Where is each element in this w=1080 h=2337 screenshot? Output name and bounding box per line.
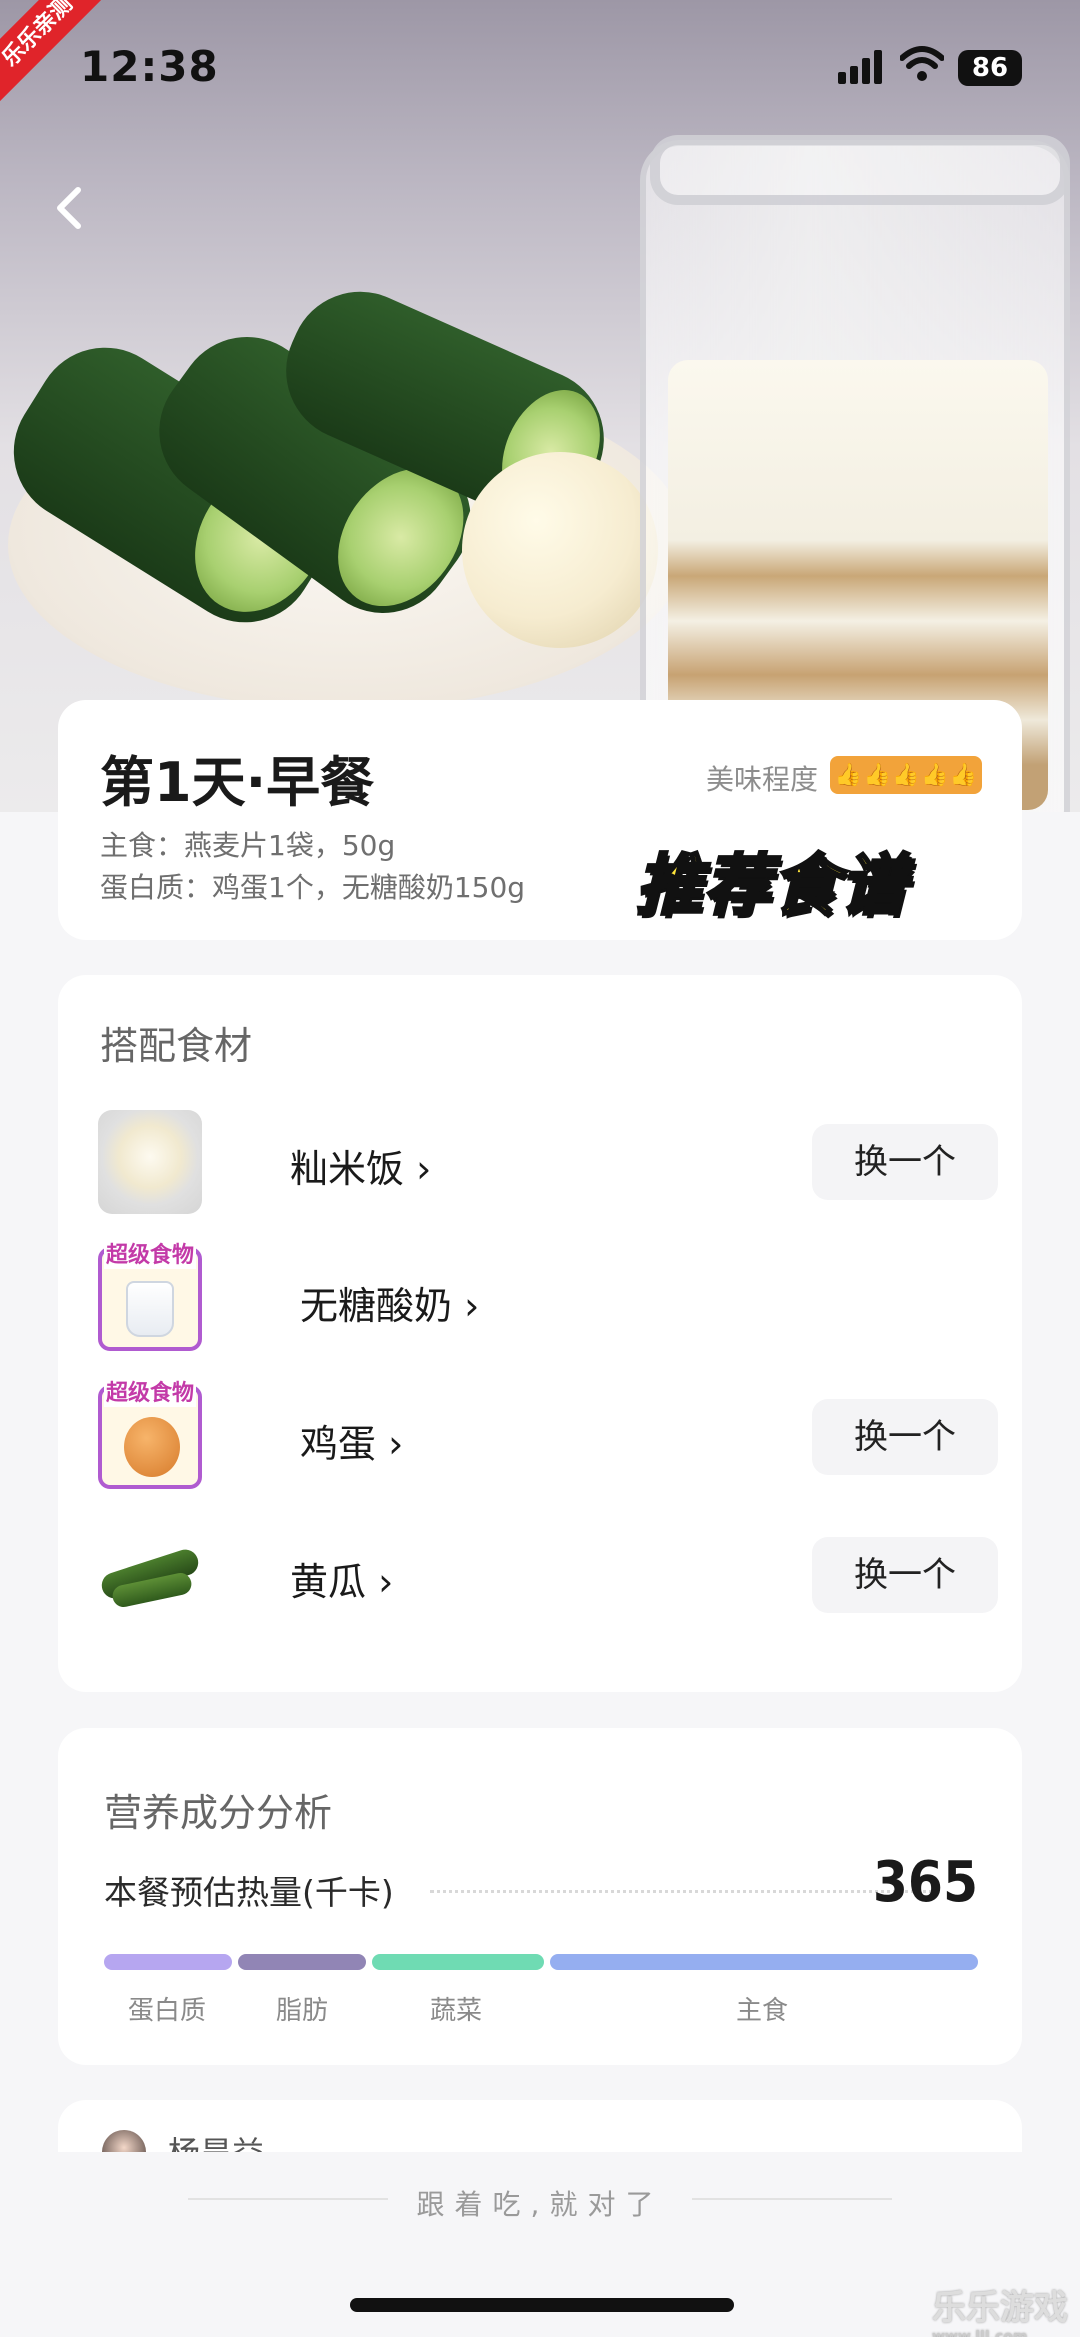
- ingredient-name[interactable]: 鸡蛋 ›: [300, 1413, 403, 1468]
- super-food-tag: 超级食物: [104, 1237, 197, 1269]
- vegetable-bar: [372, 1954, 544, 1970]
- protein-label: 蛋白质: [128, 1996, 207, 2026]
- ingredient-row[interactable]: 超级食物 鸡蛋 › 换一个: [98, 1375, 998, 1495]
- ingredient-name[interactable]: 籼米饭 ›: [290, 1138, 431, 1193]
- meal-title: 第1天·早餐: [100, 751, 375, 814]
- taste-rating: 👍 👍 👍 👍 👍: [830, 756, 982, 794]
- staple-info: 主食：燕麦片1袋，50g: [100, 829, 396, 862]
- status-time: 12:38: [80, 42, 219, 91]
- cucumber-image: [98, 1523, 202, 1627]
- jar-lip: [650, 135, 1070, 205]
- swap-button[interactable]: 换一个: [812, 1124, 998, 1200]
- calorie-label: 本餐预估热量(千卡): [104, 1873, 394, 1912]
- egg-shape: [124, 1417, 180, 1477]
- protein-info: 蛋白质：鸡蛋1个，无糖酸奶150g: [100, 871, 526, 904]
- dotted-leader: [430, 1890, 940, 1893]
- thumb-up-icon: 👍: [892, 762, 920, 788]
- thumb-up-icon: 👍: [949, 762, 978, 788]
- thumb-up-icon: 👍: [834, 762, 863, 788]
- recommended-recipe-caption: 推荐食谱: [635, 846, 908, 926]
- fat-label: 脂肪: [276, 1996, 329, 2026]
- ingredients-title: 搭配食材: [100, 1024, 253, 1068]
- ingredient-row[interactable]: 超级食物 无糖酸奶 ›: [98, 1237, 998, 1357]
- watermark-logo: 乐乐游戏 www.lll.com: [932, 2280, 1068, 2337]
- meal-summary-card: 第1天·早餐 美味程度 👍 👍 👍 👍 👍 主食：燕麦片1袋，50g 蛋白质：鸡…: [58, 700, 1022, 940]
- ingredients-card: 搭配食材 籼米饭 › 换一个 超级食物 无糖酸奶 › 超级食物 鸡蛋 › 换一个…: [58, 975, 1022, 1692]
- fat-bar: [238, 1954, 366, 1970]
- author-card[interactable]: 杨昊益: [58, 2100, 1022, 2174]
- super-food-tag: 超级食物: [104, 1375, 197, 1407]
- footer-slogan: 跟着吃,就对了: [416, 2188, 664, 2221]
- battery-icon: 86: [958, 50, 1022, 86]
- home-indicator[interactable]: [350, 2298, 734, 2312]
- nutrition-card: 营养成分分析 本餐预估热量(千卡) 365 蛋白质 脂肪 蔬菜 主食: [58, 1728, 1022, 2065]
- signal-icon: [838, 50, 884, 84]
- ingredient-row[interactable]: 籼米饭 › 换一个: [98, 1110, 998, 1220]
- thumb-up-icon: 👍: [921, 762, 949, 788]
- calorie-value: 365: [872, 1850, 978, 1915]
- vegetable-label: 蔬菜: [430, 1996, 483, 2026]
- ingredient-name[interactable]: 黄瓜 ›: [290, 1551, 393, 1606]
- staple-label: 主食: [736, 1996, 789, 2026]
- ingredient-name[interactable]: 无糖酸奶 ›: [300, 1275, 479, 1330]
- yogurt-cup: [126, 1281, 174, 1337]
- nutrition-title: 营养成分分析: [104, 1791, 333, 1835]
- egg-image: 超级食物: [98, 1375, 202, 1489]
- watermark-title: 乐乐游戏: [932, 2288, 1068, 2328]
- boiled-egg: [462, 452, 658, 648]
- thumb-up-icon: 👍: [863, 762, 891, 788]
- yogurt-image: 超级食物: [98, 1237, 202, 1351]
- swap-button[interactable]: 换一个: [812, 1399, 998, 1475]
- taste-label: 美味程度: [706, 763, 819, 796]
- back-icon[interactable]: [48, 180, 88, 236]
- wifi-icon: [900, 46, 944, 81]
- watermark-url: www.lll.com: [932, 2329, 1028, 2337]
- status-bar: 乐乐亲测 12:38 86: [0, 0, 1080, 130]
- rice-image: [98, 1110, 202, 1214]
- swap-button[interactable]: 换一个: [812, 1537, 998, 1613]
- ingredient-row[interactable]: 黄瓜 › 换一个: [98, 1523, 998, 1633]
- staple-bar: [550, 1954, 978, 1970]
- protein-bar: [104, 1954, 232, 1970]
